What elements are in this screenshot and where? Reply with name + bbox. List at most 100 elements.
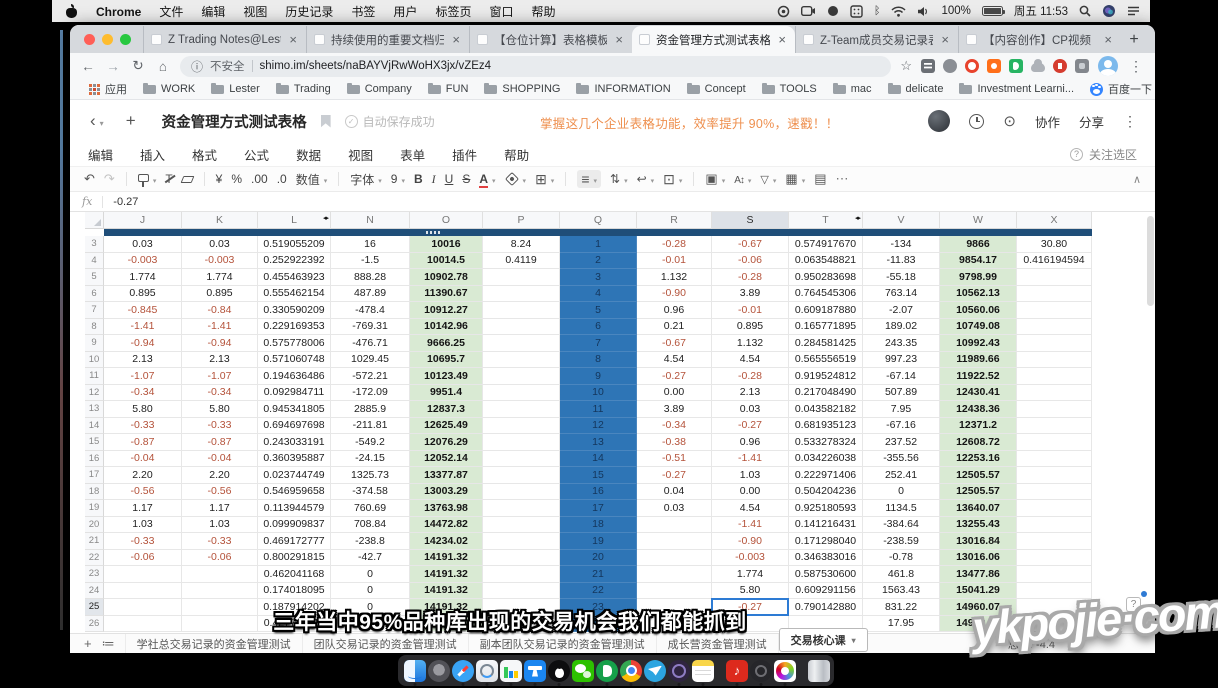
- row-header-3[interactable]: 3: [85, 236, 104, 253]
- cell-Q7[interactable]: 5: [560, 302, 637, 319]
- screen-mirror-icon[interactable]: [777, 5, 790, 18]
- cell-L6[interactable]: 0.555462154: [258, 286, 331, 303]
- cell-N3[interactable]: 16: [331, 236, 410, 253]
- cell-W9[interactable]: 10992.43: [940, 335, 1017, 352]
- cell-T10[interactable]: 0.565556519: [789, 352, 863, 369]
- bluetooth-icon[interactable]: ᛒ: [874, 5, 881, 17]
- cell-O17[interactable]: 13377.87: [410, 467, 483, 484]
- cell-O23[interactable]: 14191.32: [410, 566, 483, 583]
- dock-icon-camera[interactable]: [750, 660, 772, 682]
- percent-format-button[interactable]: %: [231, 172, 242, 186]
- cell-N24[interactable]: 0: [331, 583, 410, 600]
- tab-close-icon[interactable]: ×: [450, 32, 462, 47]
- cell-X17[interactable]: [1017, 467, 1092, 484]
- cell-N22[interactable]: -42.7: [331, 550, 410, 567]
- font-size-dropdown[interactable]: 9: [391, 172, 405, 186]
- cell-O16[interactable]: 12052.14: [410, 451, 483, 468]
- cell-W15[interactable]: 12608.72: [940, 434, 1017, 451]
- close-window-button[interactable]: [84, 34, 95, 45]
- cell-O4[interactable]: 10014.5: [410, 253, 483, 270]
- row-header-26[interactable]: 26: [85, 616, 104, 633]
- cell-T13[interactable]: 0.043582182: [789, 401, 863, 418]
- cell-S13[interactable]: 0.03: [712, 401, 789, 418]
- fill-color-button[interactable]: [505, 172, 527, 186]
- tab-close-icon[interactable]: ×: [1102, 32, 1114, 47]
- cell-V7[interactable]: -2.07: [863, 302, 940, 319]
- cell-O24[interactable]: 14191.32: [410, 583, 483, 600]
- cell-R3[interactable]: -0.28: [637, 236, 712, 253]
- cell-P6[interactable]: [483, 286, 560, 303]
- row-header-7[interactable]: 7: [85, 302, 104, 319]
- column-header-V[interactable]: V: [863, 212, 940, 229]
- clipped-merged-row[interactable]: [104, 229, 1092, 236]
- menubar-clock[interactable]: 周五 11:53: [1014, 3, 1068, 19]
- bookmark-folder[interactable]: delicate: [881, 83, 951, 95]
- cell-R20[interactable]: [637, 517, 712, 534]
- cell-L9[interactable]: 0.575778006: [258, 335, 331, 352]
- new-doc-button[interactable]: +: [126, 111, 136, 131]
- cell-S21[interactable]: -0.90: [712, 533, 789, 550]
- dock-icon-keynote[interactable]: [524, 660, 546, 682]
- dock-icon-preview[interactable]: [476, 660, 498, 682]
- cell-Q11[interactable]: 9: [560, 368, 637, 385]
- promo-banner[interactable]: 掌握这几个企业表格功能，效率提升 90%，速戳！！: [540, 113, 839, 132]
- cell-O3[interactable]: 10016: [410, 236, 483, 253]
- menubar-item[interactable]: 标签页: [426, 5, 480, 19]
- cell-J17[interactable]: 2.20: [104, 467, 182, 484]
- cell-K17[interactable]: 2.20: [182, 467, 258, 484]
- cell-T12[interactable]: 0.217048490: [789, 385, 863, 402]
- cell-O18[interactable]: 13003.29: [410, 484, 483, 501]
- back-icon[interactable]: ←: [80, 59, 96, 74]
- cell-N19[interactable]: 760.69: [331, 500, 410, 517]
- cell-Q9[interactable]: 7: [560, 335, 637, 352]
- cell-R5[interactable]: 1.132: [637, 269, 712, 286]
- doc-menu-插入[interactable]: 插入: [140, 145, 165, 164]
- cell-W6[interactable]: 10562.13: [940, 286, 1017, 303]
- cell-Q3[interactable]: 1: [560, 236, 637, 253]
- clear-format-button[interactable]: [165, 172, 172, 186]
- column-header-X[interactable]: X: [1017, 212, 1092, 229]
- cell-X11[interactable]: [1017, 368, 1092, 385]
- user-avatar[interactable]: [928, 110, 950, 132]
- cell-R4[interactable]: -0.01: [637, 253, 712, 270]
- cell-R11[interactable]: -0.27: [637, 368, 712, 385]
- row-header-14[interactable]: 14: [85, 418, 104, 435]
- redo-button[interactable]: [104, 171, 115, 187]
- cell-L22[interactable]: 0.800291815: [258, 550, 331, 567]
- bookmark-folder[interactable]: WORK: [136, 83, 202, 95]
- cell-R12[interactable]: 0.00: [637, 385, 712, 402]
- cell-T9[interactable]: 0.284581425: [789, 335, 863, 352]
- cell-V5[interactable]: -55.18: [863, 269, 940, 286]
- column-header-T[interactable]: T: [789, 212, 863, 229]
- cell-J6[interactable]: 0.895: [104, 286, 182, 303]
- cell-K22[interactable]: -0.06: [182, 550, 258, 567]
- cell-X20[interactable]: [1017, 517, 1092, 534]
- cell-N9[interactable]: -476.71: [331, 335, 410, 352]
- bookmark-folder[interactable]: Company: [340, 83, 419, 95]
- cell-N8[interactable]: -769.31: [331, 319, 410, 336]
- cell-J8[interactable]: -1.41: [104, 319, 182, 336]
- cell-T14[interactable]: 0.681935123: [789, 418, 863, 435]
- bookmark-folder[interactable]: Concept: [680, 83, 753, 95]
- cell-J26[interactable]: [104, 616, 182, 633]
- cell-T19[interactable]: 0.925180593: [789, 500, 863, 517]
- cell-Q23[interactable]: 21: [560, 566, 637, 583]
- cell-V25[interactable]: 831.22: [863, 599, 940, 616]
- orange-extension-icon[interactable]: [987, 59, 1001, 73]
- more-tools-button[interactable]: [836, 171, 849, 187]
- menubar-item[interactable]: 视图: [234, 5, 276, 19]
- cell-N21[interactable]: -238.8: [331, 533, 410, 550]
- cell-K14[interactable]: -0.33: [182, 418, 258, 435]
- cell-R22[interactable]: [637, 550, 712, 567]
- favorite-bookmark-icon[interactable]: [321, 115, 331, 128]
- cell-N12[interactable]: -172.09: [331, 385, 410, 402]
- dock-icon-movie-player[interactable]: [668, 660, 690, 682]
- cell-J16[interactable]: -0.04: [104, 451, 182, 468]
- cell-V22[interactable]: -0.78: [863, 550, 940, 567]
- cell-N10[interactable]: 1029.45: [331, 352, 410, 369]
- menubar-item[interactable]: Chrome: [87, 5, 150, 19]
- cell-J7[interactable]: -0.845: [104, 302, 182, 319]
- row-header-15[interactable]: 15: [85, 434, 104, 451]
- number-format-dropdown[interactable]: 数值: [296, 171, 328, 188]
- cell-L5[interactable]: 0.455463923: [258, 269, 331, 286]
